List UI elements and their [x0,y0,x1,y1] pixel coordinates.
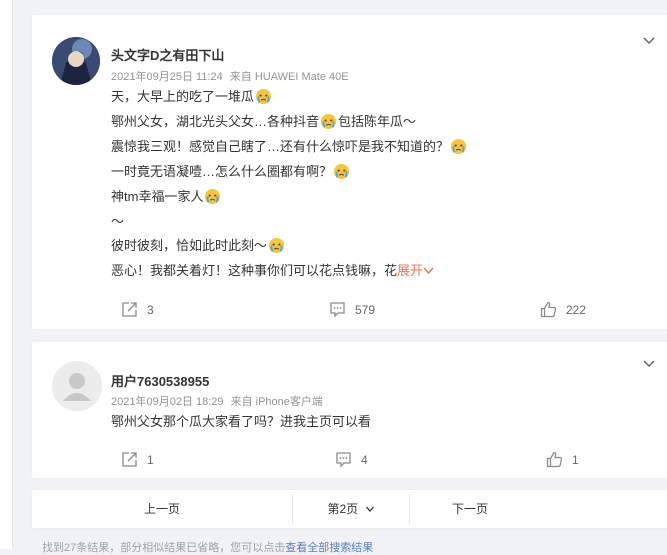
like-count: 222 [566,302,587,317]
crying-emoji-icon [450,138,467,155]
share-count: 3 [147,302,154,317]
chevron-down-icon[interactable] [642,356,656,370]
avatar[interactable] [52,361,102,411]
comment-text-line: ～ [111,214,125,229]
comment-text-line: 鄂州父女那个瓜大家看了吗？进我主页可以看 [111,414,372,429]
thumbs-up-icon [540,301,557,318]
comment-text-line: 震惊我三观！感觉自己瞎了…还有什么惊吓是我不知道的？ [111,138,468,156]
comment-icon [330,302,345,318]
source-device: 来自 iPhone客户端 [230,396,323,408]
comment-text-line: 彼时彼刻，恰如此时此刻～ [111,237,286,255]
timestamp: 2021年09月25日 11:24 [111,71,223,83]
crying-emoji-icon [255,88,272,105]
thumbs-up-icon [546,451,563,468]
prev-page-button[interactable]: 上一页 [32,490,292,528]
comment-meta: 2021年09月02日 18:29 来自 iPhone客户端 [111,393,327,409]
timestamp: 2021年09月02日 18:29 [111,396,224,408]
comment-card: 头文字D之有田下山 2021年09月25日 11:24 来自 HUAWEI Ma… [31,14,667,330]
pagination: 上一页 第2页 下一页 [31,489,667,529]
comment-icon [336,452,351,468]
chevron-down-icon [365,506,374,512]
comment-card: 用户7630538955 2021年09月02日 18:29 来自 iPhone… [31,341,667,479]
comment-count: 4 [361,452,368,467]
comment-text-line: 一时竟无语凝噎…怎么什么圈都有啊？ [111,163,351,181]
comment-text-line: 神tm幸福一家人 [111,188,222,206]
share-icon [122,302,137,317]
results-note: 找到27条结果，部分相似结果已省略，您可以点击查看全部搜索结果 [42,542,374,554]
source-device: 来自 HUAWEI Mate 40E [229,71,349,83]
share-button[interactable]: 3 [121,301,154,318]
like-button[interactable]: 222 [540,301,586,318]
page-select[interactable]: 第2页 [293,490,409,528]
user-name[interactable]: 头文字D之有田下山 [111,45,224,64]
comment-text-line: 鄂州父女，湖北光头父女…各种抖音 包括陈年瓜～ [111,113,417,130]
share-icon [122,452,137,467]
crying-emoji-icon [205,188,221,205]
chevron-down-icon[interactable] [642,33,656,47]
crying-emoji-icon [333,163,350,180]
like-button[interactable]: 1 [546,451,579,468]
crying-emoji-icon [268,237,285,254]
share-count: 1 [147,452,154,467]
comment-text-line: 恶心！我都关着灯！这种事你们可以花点钱嘛，花展开 [111,262,434,280]
comment-count: 579 [355,302,376,317]
share-button[interactable]: 1 [121,451,154,468]
left-sidebar-edge [0,0,13,549]
crying-emoji-icon [320,113,337,130]
like-count: 1 [572,452,579,467]
chevron-down-icon [423,267,434,275]
user-name[interactable]: 用户7630538955 [111,371,209,390]
expand-link[interactable]: 展开 [397,263,434,278]
next-page-button[interactable]: 下一页 [410,490,530,528]
avatar[interactable] [52,37,100,85]
comment-button[interactable]: 579 [329,301,375,318]
comment-text-line: 天，大早上的吃了一堆瓜 [111,88,273,106]
view-all-results-link[interactable]: 查看全部搜索结果 [285,542,373,554]
comment-meta: 2021年09月25日 11:24 来自 HUAWEI Mate 40E [111,68,353,84]
comment-button[interactable]: 4 [335,451,368,468]
